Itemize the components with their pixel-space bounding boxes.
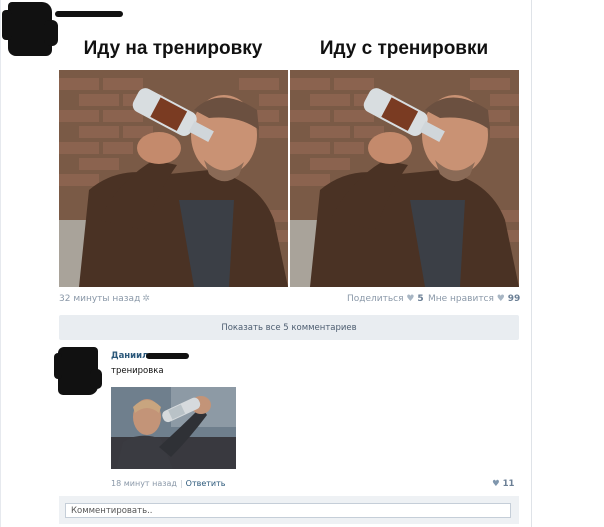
share-count: 5 [417, 294, 424, 304]
gear-icon[interactable]: ✲ [142, 294, 150, 304]
reply-button[interactable]: Ответить [186, 479, 226, 488]
share-button[interactable]: Поделиться ♥ 5 [347, 294, 424, 304]
comment-like-count: 11 [502, 479, 515, 489]
post-author-avatar[interactable] [2, 2, 58, 56]
show-all-comments-button[interactable]: Показать все 5 комментариев [59, 315, 519, 340]
like-count: 99 [507, 294, 521, 304]
comment-photo[interactable] [111, 387, 236, 469]
comment-author-avatar[interactable] [54, 347, 102, 395]
like-button[interactable]: Мне нравится ♥ 99 [428, 294, 520, 304]
like-label: Мне нравится [428, 294, 494, 304]
heart-icon: ♥ [496, 294, 505, 304]
post-timestamp[interactable]: 32 минуты назад ✲ [59, 294, 150, 304]
comment-input[interactable] [65, 503, 511, 518]
caption-right: Иду с тренировки [319, 38, 489, 59]
post-author-name-redacted[interactable] [55, 11, 123, 17]
post-photo-right[interactable] [290, 70, 519, 287]
comment-author-name[interactable]: Даниил [111, 351, 148, 361]
comment-timestamp[interactable]: 18 минут назад [111, 479, 177, 488]
feed-left-border [0, 0, 1, 527]
comment-meta: 18 минут назад | Ответить [111, 479, 225, 488]
comment-like-button[interactable]: ♥ 11 [492, 479, 514, 489]
post-photo-left[interactable] [59, 70, 288, 287]
caption-left: Иду на тренировку [83, 38, 263, 59]
comment-text: тренировка [111, 366, 164, 376]
meta-separator: | [179, 479, 183, 488]
share-icon: ♥ [406, 294, 415, 304]
share-label: Поделиться [347, 294, 404, 304]
heart-icon: ♥ [492, 479, 500, 489]
post-time-text: 32 минуты назад [59, 294, 141, 304]
comment-author-surname-redacted [146, 353, 189, 359]
feed-right-border [531, 0, 532, 527]
